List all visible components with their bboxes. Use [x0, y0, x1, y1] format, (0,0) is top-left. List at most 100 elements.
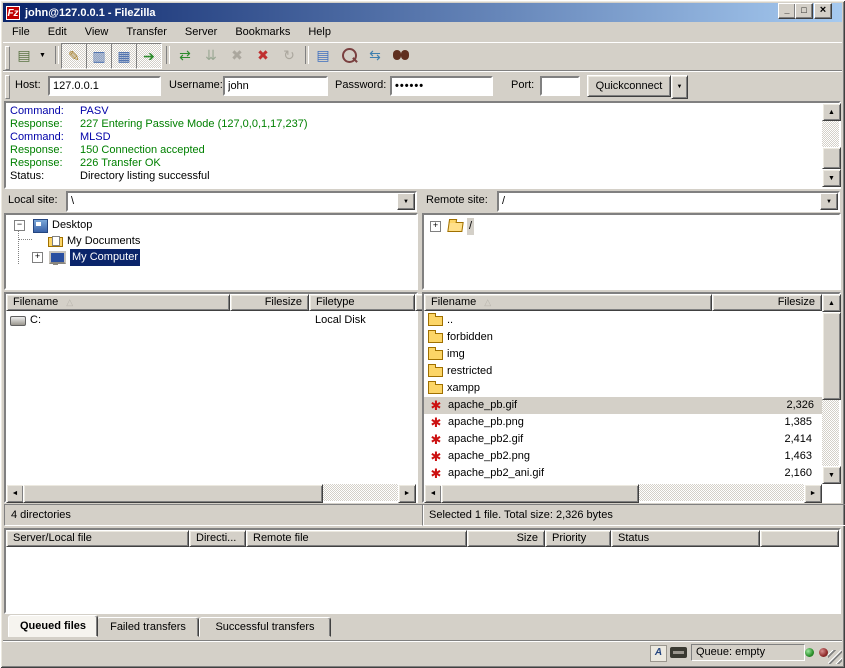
reconnect-button[interactable]: ↻	[277, 43, 301, 67]
column-header-filetype[interactable]: Filetype	[309, 294, 415, 311]
toggle-message-log-button[interactable]: ✎	[61, 43, 87, 69]
file-row-c-drive[interactable]: C: Local Disk	[10, 312, 410, 329]
local-site-label: Local site:	[8, 194, 58, 206]
toggle-local-tree-button[interactable]: ▥	[86, 43, 112, 69]
file-row[interactable]: ✱apache_pb2_ani.gif	[428, 465, 544, 482]
queue-header-server-local-file[interactable]: Server/Local file	[6, 530, 189, 547]
log-line: Status:Directory listing successful	[10, 170, 817, 183]
file-row-selected[interactable]: ✱apache_pb.gif 2,326	[424, 397, 822, 414]
tree-item-root[interactable]: + /	[430, 218, 474, 235]
file-row[interactable]: ✱apache_pb2.gif	[428, 431, 523, 448]
tab-queued-files[interactable]: Queued files	[8, 615, 98, 637]
quickconnect-button[interactable]: Quickconnect	[587, 75, 671, 97]
scroll-up-icon[interactable]: ▲	[822, 103, 841, 121]
tab-failed-transfers[interactable]: Failed transfers	[97, 617, 199, 637]
toggle-remote-tree-button[interactable]: ▦	[111, 43, 137, 69]
quickconnect-bar: Host: Username: Password: Port: Quickcon…	[3, 70, 842, 101]
local-tree[interactable]: − Desktop My Documents + My Computer	[4, 213, 418, 290]
tree-item-my-documents[interactable]: My Documents	[48, 233, 140, 250]
scrollbar-thumb[interactable]	[441, 484, 639, 503]
filter-button[interactable]: ▤	[311, 43, 335, 67]
column-header-filename[interactable]: Filename△	[424, 294, 712, 311]
remote-vertical-scrollbar[interactable]: ▲ ▼	[822, 294, 839, 484]
queue-header-priority[interactable]: Priority	[545, 530, 611, 547]
close-button[interactable]: ×	[814, 3, 832, 19]
menu-edit[interactable]: Edit	[39, 24, 76, 40]
column-header-filesize[interactable]: Filesize	[712, 294, 822, 311]
port-input[interactable]	[540, 76, 580, 96]
queue-header-status[interactable]: Status	[611, 530, 760, 547]
menu-view[interactable]: View	[76, 24, 118, 40]
scroll-left-icon[interactable]: ◄	[6, 484, 24, 503]
quickconnect-grip[interactable]	[5, 75, 10, 99]
scroll-right-icon[interactable]: ►	[804, 484, 822, 503]
speed-limit-icon[interactable]	[670, 647, 687, 658]
window-title: john@127.0.0.1 - FileZilla	[25, 7, 156, 19]
quickconnect-dropdown-button[interactable]: ▼	[671, 75, 688, 99]
menu-bookmarks[interactable]: Bookmarks	[226, 24, 299, 40]
queue-header-remote-file[interactable]: Remote file	[246, 530, 467, 547]
queue-header-size[interactable]: Size	[467, 530, 545, 547]
file-row[interactable]: ..	[428, 312, 453, 329]
menu-file[interactable]: File	[3, 24, 39, 40]
log-scrollbar[interactable]: ▲ ▼	[822, 103, 839, 187]
data-type-ascii-icon[interactable]: A	[650, 645, 667, 662]
collapse-icon[interactable]: −	[14, 220, 25, 231]
cancel-operation-button[interactable]: ✖	[225, 43, 249, 67]
password-input[interactable]	[390, 76, 493, 96]
scroll-left-icon[interactable]: ◄	[424, 484, 442, 503]
file-row[interactable]: xampp	[428, 380, 480, 397]
queue-header-direction[interactable]: Directi...	[189, 530, 246, 547]
file-row[interactable]: ✱apache_pb.png	[428, 414, 524, 431]
scrollbar-thumb[interactable]	[822, 147, 841, 169]
remote-site-combobox[interactable]: / ▼	[497, 191, 840, 212]
local-file-list[interactable]: Filename△ Filesize Filetype L C: Local D…	[4, 292, 418, 503]
sync-browsing-button[interactable]: ⇆	[363, 43, 387, 67]
scroll-down-icon[interactable]: ▼	[822, 169, 841, 187]
chevron-down-icon[interactable]: ▼	[820, 193, 838, 210]
process-queue-button[interactable]: ⇊	[199, 43, 223, 67]
toolbar-grip[interactable]	[5, 46, 10, 70]
scrollbar-thumb[interactable]	[23, 484, 323, 503]
file-row[interactable]: forbidden	[428, 329, 493, 346]
app-logo-icon: Fz	[6, 6, 20, 20]
menu-transfer[interactable]: Transfer	[117, 24, 176, 40]
menu-server[interactable]: Server	[176, 24, 226, 40]
message-log[interactable]: Command:PASV Response:227 Entering Passi…	[4, 101, 841, 189]
host-input[interactable]	[48, 76, 161, 96]
file-row[interactable]: restricted	[428, 363, 492, 380]
column-header-filename[interactable]: Filename△	[6, 294, 230, 311]
tree-item-desktop[interactable]: − Desktop	[14, 217, 92, 234]
menu-help[interactable]: Help	[299, 24, 340, 40]
resize-grip[interactable]	[828, 650, 842, 664]
scrollbar-thumb[interactable]	[822, 312, 841, 400]
remote-file-list[interactable]: Filename△ Filesize .. forbidden img rest…	[422, 292, 841, 503]
remote-tree[interactable]: + /	[422, 213, 841, 290]
tab-successful-transfers[interactable]: Successful transfers	[199, 617, 331, 637]
local-horizontal-scrollbar[interactable]: ◄ ►	[6, 484, 416, 501]
local-site-combobox[interactable]: \ ▼	[66, 191, 417, 212]
scroll-right-icon[interactable]: ►	[398, 484, 416, 503]
chevron-down-icon[interactable]: ▼	[397, 193, 415, 210]
compare-directories-button[interactable]	[337, 43, 361, 67]
transfer-queue[interactable]: Server/Local file Directi... Remote file…	[4, 528, 841, 614]
disconnect-button[interactable]: ✖	[251, 43, 275, 67]
expand-icon[interactable]: +	[430, 221, 441, 232]
find-files-button[interactable]	[389, 43, 413, 67]
file-row[interactable]: img	[428, 346, 465, 363]
column-header-filesize[interactable]: Filesize	[230, 294, 309, 311]
scroll-down-icon[interactable]: ▼	[822, 466, 841, 484]
site-manager-button[interactable]: ▤	[12, 43, 36, 67]
refresh-button[interactable]: ⇄	[173, 43, 197, 67]
minimize-button[interactable]: _	[778, 3, 796, 19]
scroll-up-icon[interactable]: ▲	[822, 294, 841, 312]
tree-item-my-computer[interactable]: + My Computer	[32, 249, 140, 266]
titlebar[interactable]: Fz john@127.0.0.1 - FileZilla	[3, 3, 842, 22]
expand-icon[interactable]: +	[32, 252, 43, 263]
username-input[interactable]	[223, 76, 328, 96]
file-row[interactable]: ✱apache_pb2.png	[428, 448, 530, 465]
maximize-button[interactable]: □	[795, 3, 813, 19]
site-manager-dropdown-button[interactable]: ▼	[36, 43, 49, 67]
remote-horizontal-scrollbar[interactable]: ◄ ►	[424, 484, 822, 501]
toggle-queue-button[interactable]: ➔	[136, 43, 162, 69]
